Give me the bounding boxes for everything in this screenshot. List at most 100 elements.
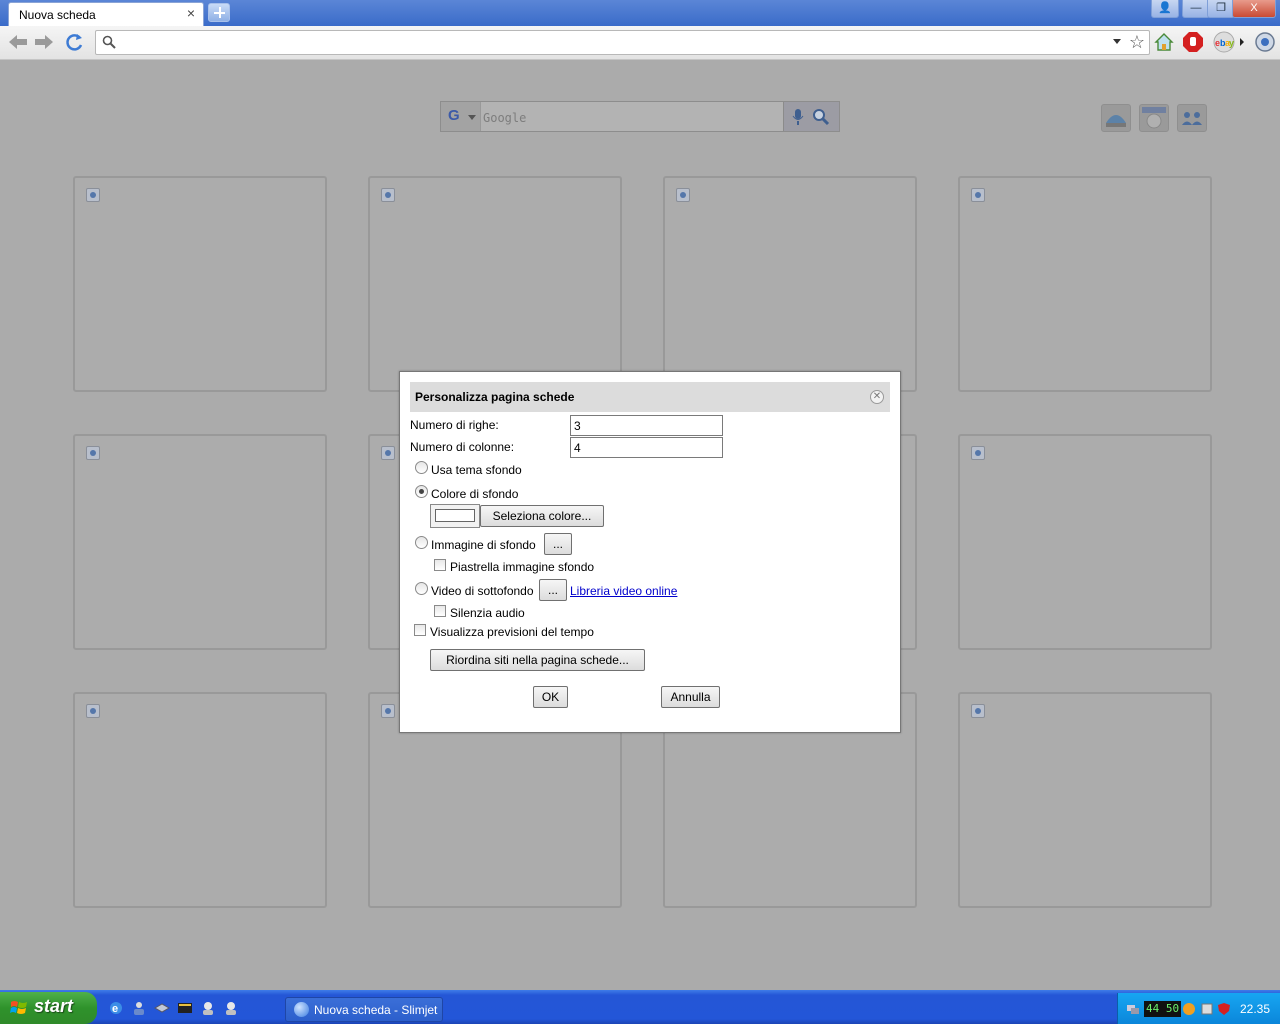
- network-tray-icon[interactable]: [1126, 1002, 1140, 1016]
- rows-label: Numero di righe:: [410, 418, 499, 432]
- ie-icon[interactable]: e: [108, 1000, 124, 1016]
- color-preview: [435, 509, 475, 522]
- slimjet-icon: [294, 1002, 309, 1017]
- more-extensions-icon[interactable]: [1238, 31, 1246, 53]
- page-icon: [381, 446, 395, 460]
- ebay-icon[interactable]: e b ay: [1211, 31, 1237, 53]
- tab-close-icon[interactable]: ×: [187, 6, 195, 20]
- reorder-sites-button[interactable]: Riordina siti nella pagina schede...: [430, 649, 645, 671]
- video-library-link[interactable]: Libreria video online: [570, 584, 677, 598]
- customize-icon[interactable]: [1139, 104, 1169, 132]
- restore-button[interactable]: ❐: [1207, 0, 1235, 18]
- speed-dial-tile[interactable]: [73, 434, 327, 650]
- shield-icon[interactable]: [1217, 1002, 1231, 1016]
- back-icon[interactable]: [7, 32, 29, 52]
- svg-text:e: e: [112, 1003, 118, 1015]
- browse-image-button[interactable]: ...: [544, 533, 572, 555]
- search-icon[interactable]: [812, 108, 830, 126]
- columns-field[interactable]: [570, 437, 723, 458]
- page-icon: [971, 188, 985, 202]
- cancel-button[interactable]: Annulla: [661, 686, 720, 708]
- start-label: start: [34, 996, 74, 1016]
- page-icon: [86, 704, 100, 718]
- taskbar-item-slimjet[interactable]: Nuova scheda - Slimjet: [285, 997, 443, 1022]
- image-background-radio[interactable]: [415, 536, 428, 549]
- theme-background-radio[interactable]: [415, 461, 428, 474]
- page-icon: [971, 704, 985, 718]
- updater-icon[interactable]: [1182, 1002, 1196, 1016]
- profile-button[interactable]: 👤: [1151, 0, 1179, 18]
- search-engine-selector[interactable]: G: [441, 102, 481, 131]
- speed-dial-tile[interactable]: [73, 692, 327, 908]
- google-logo-icon: G: [448, 107, 460, 124]
- new-tab-button[interactable]: [208, 3, 230, 22]
- forward-icon[interactable]: [33, 32, 55, 52]
- adblock-icon[interactable]: [1182, 31, 1204, 53]
- chevron-down-icon: [468, 115, 476, 120]
- dropdown-arrow-icon[interactable]: [1113, 39, 1121, 44]
- speed-dial-tile[interactable]: [958, 176, 1212, 392]
- weather-label: Visualizza previsioni del tempo: [430, 625, 594, 639]
- speed-dial-tile[interactable]: [368, 176, 622, 392]
- toolbar: ☆ ebay: [0, 26, 1280, 60]
- storage-icon[interactable]: [1200, 1002, 1214, 1016]
- messenger-icon[interactable]: [223, 1000, 239, 1016]
- rows-field[interactable]: [570, 415, 723, 436]
- network-icon[interactable]: [154, 1000, 170, 1016]
- dialog-title: Personalizza pagina schede: [415, 390, 575, 404]
- mute-audio-label: Silenzia audio: [450, 606, 525, 620]
- page-icon: [971, 446, 985, 460]
- browse-video-button[interactable]: ...: [539, 579, 567, 601]
- ok-button[interactable]: OK: [533, 686, 568, 708]
- apps-icon[interactable]: [1101, 104, 1131, 132]
- tab-strip: Nuova scheda × 👤 — ❐ X: [0, 0, 1280, 26]
- tile-image-checkbox[interactable]: [434, 559, 446, 571]
- reload-icon[interactable]: [64, 32, 86, 52]
- close-window-button[interactable]: X: [1232, 0, 1276, 18]
- clock: 22.35: [1239, 1002, 1270, 1016]
- settings-icon[interactable]: [1254, 31, 1276, 53]
- start-button[interactable]: start: [0, 992, 97, 1024]
- address-bar[interactable]: ☆: [95, 30, 1150, 55]
- svg-text:y: y: [1229, 38, 1234, 48]
- close-icon[interactable]: ✕: [870, 390, 884, 404]
- page-icon: [86, 188, 100, 202]
- user-icon[interactable]: [131, 1000, 147, 1016]
- columns-label: Numero di colonne:: [410, 440, 515, 454]
- windows-logo-icon: [10, 1001, 27, 1014]
- cpu-meter[interactable]: 44 50: [1144, 1001, 1182, 1017]
- speed-dial-tile[interactable]: [958, 692, 1212, 908]
- tab-title: Nuova scheda: [19, 8, 96, 22]
- tile-image-label: Piastrella immagine sfondo: [450, 560, 595, 574]
- theme-background-label: Usa tema sfondo: [431, 463, 522, 477]
- color-background-label: Colore di sfondo: [431, 487, 519, 501]
- minimize-button[interactable]: —: [1182, 0, 1210, 18]
- speed-dial-tile[interactable]: [73, 176, 327, 392]
- weather-checkbox[interactable]: [414, 624, 426, 636]
- users-icon[interactable]: [1177, 104, 1207, 132]
- color-swatch[interactable]: [430, 504, 480, 528]
- color-background-radio[interactable]: [415, 485, 428, 498]
- star-icon[interactable]: ☆: [1129, 32, 1145, 52]
- tab-new-tab[interactable]: Nuova scheda ×: [8, 2, 204, 26]
- speed-dial-tile[interactable]: [663, 176, 917, 392]
- taskbar: start e: [0, 990, 1280, 1024]
- search-input[interactable]: Google: [483, 111, 526, 125]
- speed-dial-tile[interactable]: [958, 434, 1212, 650]
- system-tray: 44 50 22.35: [1117, 993, 1280, 1024]
- mute-audio-checkbox[interactable]: [434, 605, 446, 617]
- page-icon: [381, 188, 395, 202]
- customize-tab-page-dialog: Personalizza pagina schede ✕ Numero di r…: [399, 371, 901, 733]
- messenger-icon[interactable]: [200, 1000, 216, 1016]
- video-background-radio[interactable]: [415, 582, 428, 595]
- home-icon[interactable]: [1153, 31, 1175, 53]
- page-icon: [86, 446, 100, 460]
- media-icon[interactable]: [177, 1000, 193, 1016]
- microphone-icon[interactable]: [792, 109, 804, 125]
- select-color-button[interactable]: Seleziona colore...: [480, 505, 604, 527]
- page-icon: [676, 188, 690, 202]
- page-icon: [381, 704, 395, 718]
- google-search-box[interactable]: G Google: [440, 101, 840, 132]
- image-background-label: Immagine di sfondo: [431, 538, 536, 552]
- search-icon: [102, 35, 116, 49]
